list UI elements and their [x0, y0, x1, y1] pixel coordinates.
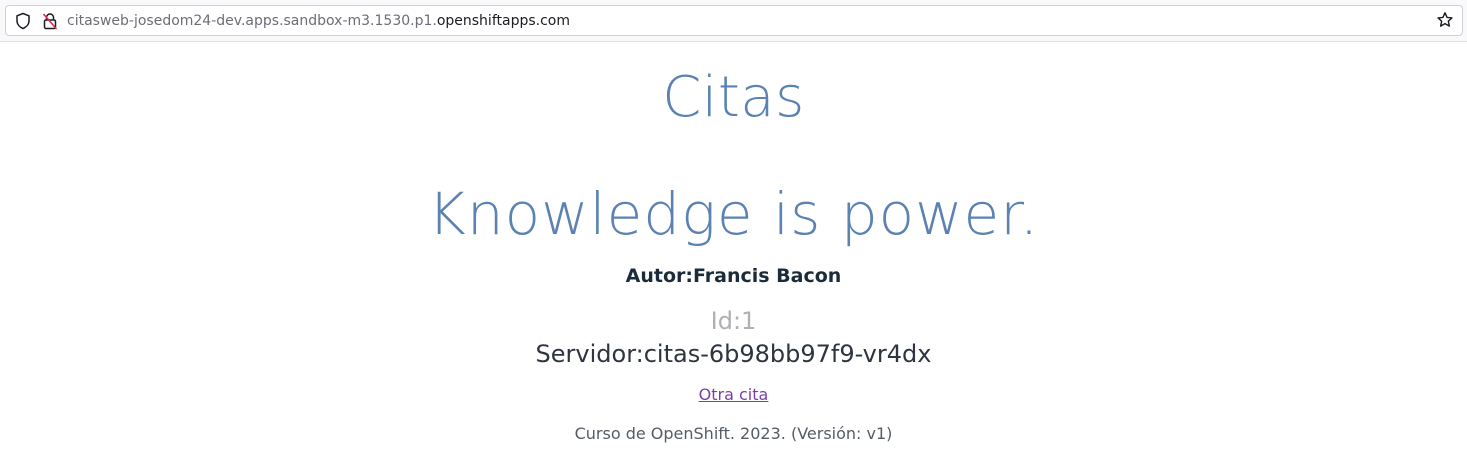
next-quote-link-wrap: Otra cita: [0, 385, 1467, 405]
page-content: Citas Knowledge is power. Autor:Francis …: [0, 42, 1467, 455]
next-quote-link[interactable]: Otra cita: [699, 385, 769, 404]
quote-id: Id:1: [710, 307, 757, 335]
url-domain: openshiftapps.com: [436, 13, 570, 29]
page-title: Citas: [662, 65, 805, 130]
quote-text: Knowledge is power.: [427, 180, 1040, 248]
star-icon[interactable]: [1436, 11, 1454, 29]
server-name: Servidor:citas-6b98bb97f9-vr4dx: [535, 340, 932, 368]
browser-toolbar: citasweb-josedom24-dev.apps.sandbox-m3.1…: [0, 0, 1467, 42]
quote-author: Autor:Francis Bacon: [625, 265, 842, 287]
url-text[interactable]: citasweb-josedom24-dev.apps.sandbox-m3.1…: [67, 12, 570, 30]
url-prefix: citasweb-josedom24-dev.apps.sandbox-m3.1…: [67, 13, 437, 29]
address-bar[interactable]: citasweb-josedom24-dev.apps.sandbox-m3.1…: [5, 5, 1463, 36]
shield-icon[interactable]: [14, 12, 32, 30]
insecure-lock-icon[interactable]: [42, 12, 58, 30]
footer-text: Curso de OpenShift. 2023. (Versión: v1): [574, 424, 893, 443]
